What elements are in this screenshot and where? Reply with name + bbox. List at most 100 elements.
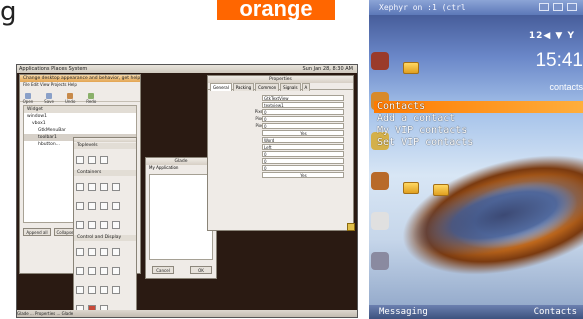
palette-widget[interactable] [88,156,96,164]
home-clock: 15:41 [535,50,583,71]
property-row: Name:textview1 [208,101,353,108]
palette-widget[interactable] [112,202,120,210]
palette-widget[interactable] [88,248,96,256]
palette-widget[interactable] [100,267,108,275]
cancel-button[interactable]: Cancel [152,266,174,274]
palette-widget[interactable] [100,202,108,210]
panel-menu[interactable]: Applications Places System [19,66,87,72]
side-icon-strip [371,52,391,292]
bottom-panel[interactable]: Glade ... Properties ... Glade [17,310,357,317]
tab-packing[interactable]: Packing [232,83,255,91]
palette-window: Toplevels Containers Control and Display [73,137,137,313]
main-window-title: Change desktop appearance and behavior, … [20,75,140,82]
softkey-bar: Messaging Contacts [369,305,583,319]
desktop-screenshot: Applications Places System Sun Jan 28, 8… [16,64,358,318]
properties-window: Properties General Packing Common Signals A … [207,75,354,231]
palette-section-containers[interactable]: Containers [74,170,136,176]
palette-widget[interactable] [76,156,84,164]
palette-widget[interactable] [100,221,108,229]
containers-grid [74,177,136,234]
palette-widget[interactable] [88,267,96,275]
menu-item-set-vip[interactable]: Set VIP contacts [374,137,583,149]
palette-widget[interactable] [76,221,84,229]
palette-widget[interactable] [100,286,108,294]
tree-item[interactable]: GtkMenuBar [24,127,136,134]
tree-item[interactable]: window1 [24,113,136,120]
menu-item-my-vip[interactable]: My VIP contacts [374,125,583,137]
tree-item[interactable]: vbox1 [24,120,136,127]
palette-widget[interactable] [112,248,120,256]
palette-widget[interactable] [112,221,120,229]
xephyr-title-bar: Xephyr on :1 (ctrl [369,0,583,15]
palette-widget[interactable] [112,267,120,275]
palette-widget[interactable] [88,286,96,294]
open-button[interactable]: Open [21,93,35,105]
palette-widget[interactable] [88,221,96,229]
tab-general[interactable]: General [210,83,232,91]
properties-rows: Class:GtkTextView Name:textview1 Pixels … [208,90,353,178]
palette-widget[interactable] [76,267,84,275]
palette-widget[interactable] [100,183,108,191]
pencil-icon[interactable] [347,223,355,231]
menu-item-add-contact[interactable]: Add a contact [374,113,583,125]
folder-icon[interactable] [403,182,419,194]
phone-screenshot: Xephyr on :1 (ctrl 12◀ ▼ Y 15:41 contact… [369,0,583,319]
folder-icon[interactable] [403,62,419,74]
palette-section-toplevels[interactable]: Toplevels [74,143,136,149]
property-row: Pixels Inside Wrap:0 [208,122,353,129]
palette-widget[interactable] [112,183,120,191]
palette-widget[interactable] [100,156,108,164]
screenshot-collage: g orange Applications Places System Sun … [0,0,583,319]
append-all-button[interactable]: Append all [23,228,51,236]
property-row: Pixels Below Lines:0 [208,115,353,122]
property-row: Editable:Yes [208,129,353,136]
palette-widget[interactable] [76,183,84,191]
undo-button[interactable]: Undo [63,93,77,105]
palette-widget[interactable] [76,286,84,294]
app-icon[interactable] [371,252,389,270]
cropped-heading-fragment: g [0,0,17,27]
palette-widget[interactable] [88,202,96,210]
softkey-left[interactable]: Messaging [379,305,428,319]
menu-item-contacts[interactable]: Contacts [374,101,583,113]
maximize-button[interactable] [553,3,563,11]
tab-signals[interactable]: Signals [280,83,301,91]
property-row: Right Margin:0 [208,157,353,164]
tab-accessibility[interactable]: A [301,83,311,91]
tree-header: Widget [24,106,136,113]
redo-button[interactable]: Redo [84,93,98,105]
dialog-title: Glade [146,158,216,165]
app-icon[interactable] [371,172,389,190]
close-button[interactable] [567,3,577,11]
palette-section-control-display[interactable]: Control and Display [74,235,136,241]
save-button[interactable]: Save [42,93,56,105]
tab-common[interactable]: Common [255,83,280,91]
main-toolbar: Open Save Undo Redo [20,88,140,105]
palette-widget[interactable] [76,248,84,256]
xephyr-title: Xephyr on :1 (ctrl [379,3,466,12]
control-grid [74,242,136,317]
palette-widget[interactable] [100,248,108,256]
property-row: Cursor Visible:Yes [208,171,353,178]
palette-widget[interactable] [88,183,96,191]
softkey-right[interactable]: Contacts [534,305,577,319]
dialog-text-area[interactable] [149,174,213,260]
panel-clock: Sun Jan 28, 8:30 AM [302,66,354,72]
palette-title [74,138,136,142]
property-row: Class:GtkTextView [208,94,353,101]
home-clock-sub: contacts [549,82,583,92]
palette-widget[interactable] [112,286,120,294]
property-row: Justification:Left [208,143,353,150]
minimize-button[interactable] [539,3,549,11]
app-icon[interactable] [371,52,389,70]
dialog-label: My Application [149,165,179,170]
app-icon[interactable] [371,212,389,230]
properties-title: Properties [208,76,353,83]
ok-button[interactable]: OK [190,266,212,274]
palette-widget[interactable] [76,202,84,210]
property-row: Left Margin:0 [208,150,353,157]
property-row: Pixels Above Lines:0 [208,108,353,115]
toplevels-grid [74,150,136,169]
folder-icon[interactable] [433,184,449,196]
contacts-menu: Contacts Add a contact My VIP contacts S… [374,101,583,149]
